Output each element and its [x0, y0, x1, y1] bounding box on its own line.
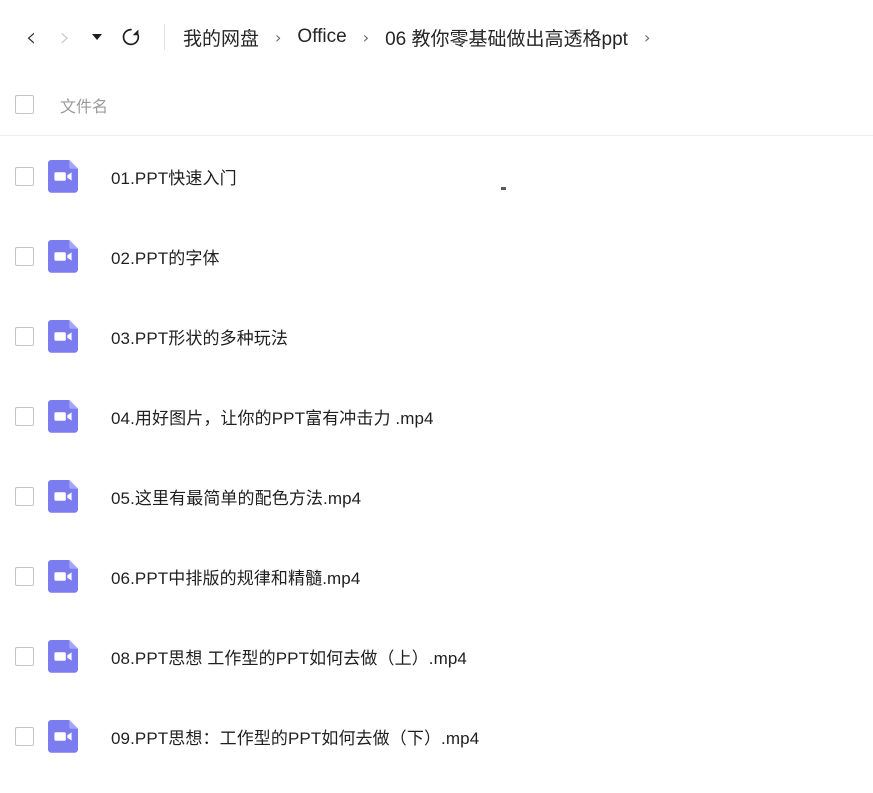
- row-select-cell[interactable]: [0, 726, 48, 746]
- video-file-icon: [48, 559, 78, 593]
- file-name-label[interactable]: 04.用好图片，让你的PPT富有冲击力 .mp4: [100, 404, 434, 429]
- breadcrumb-separator-icon: ›: [643, 27, 651, 47]
- refresh-button[interactable]: [112, 20, 150, 54]
- file-name-label[interactable]: 01.PPT快速入门: [100, 164, 237, 189]
- row-checkbox[interactable]: [14, 726, 34, 746]
- caret-down-icon: [92, 34, 102, 40]
- row-select-cell[interactable]: [0, 406, 48, 426]
- file-icon-cell: [48, 639, 100, 673]
- row-checkbox[interactable]: [14, 326, 34, 346]
- navigation-toolbar: ‹ › 我的网盘 › Office › 06 教你零基础做出高透格ppt ›: [0, 0, 873, 74]
- row-checkbox[interactable]: [14, 486, 34, 506]
- video-file-icon: [48, 639, 78, 673]
- video-file-icon: [48, 479, 78, 513]
- select-all-cell[interactable]: [0, 95, 48, 114]
- file-name-label[interactable]: 08.PPT思想 工作型的PPT如何去做（上）.mp4: [100, 644, 467, 669]
- breadcrumb: 我的网盘 › Office › 06 教你零基础做出高透格ppt ›: [181, 24, 664, 51]
- forward-button[interactable]: ›: [48, 20, 82, 54]
- table-row[interactable]: 05.这里有最简单的配色方法.mp4: [0, 456, 873, 536]
- table-row[interactable]: 04.用好图片，让你的PPT富有冲击力 .mp4: [0, 376, 873, 456]
- file-name-label[interactable]: 09.PPT思想：工作型的PPT如何去做（下）.mp4: [100, 724, 479, 749]
- video-file-icon: [48, 319, 78, 353]
- row-select-cell[interactable]: [0, 246, 48, 266]
- file-list: 01.PPT快速入门 02.PPT的字体 03.PPT形状的多种玩法 04.用好…: [0, 136, 873, 776]
- table-row[interactable]: 01.PPT快速入门: [0, 136, 873, 216]
- file-icon-cell: [48, 479, 100, 513]
- breadcrumb-item-office[interactable]: Office: [295, 26, 348, 48]
- file-icon-cell: [48, 399, 100, 433]
- video-file-icon: [48, 399, 78, 433]
- back-button[interactable]: ‹: [14, 20, 48, 54]
- video-file-icon: [48, 159, 78, 193]
- breadcrumb-item-current[interactable]: 06 教你零基础做出高透格ppt: [383, 24, 630, 51]
- row-select-cell[interactable]: [0, 566, 48, 586]
- video-file-icon: [48, 719, 78, 753]
- table-row[interactable]: 06.PPT中排版的规律和精髓.mp4: [0, 536, 873, 616]
- row-checkbox[interactable]: [14, 246, 34, 266]
- row-checkbox[interactable]: [14, 646, 34, 666]
- chevron-left-icon: ‹: [25, 21, 37, 53]
- file-name-label[interactable]: 06.PPT中排版的规律和精髓.mp4: [100, 564, 360, 589]
- row-checkbox[interactable]: [14, 406, 34, 426]
- file-icon-cell: [48, 239, 100, 273]
- file-name-label[interactable]: 05.这里有最简单的配色方法.mp4: [100, 484, 361, 509]
- file-icon-cell: [48, 319, 100, 353]
- table-row[interactable]: 03.PPT形状的多种玩法: [0, 296, 873, 376]
- history-dropdown-button[interactable]: [84, 20, 110, 54]
- file-icon-cell: [48, 719, 100, 753]
- row-select-cell[interactable]: [0, 646, 48, 666]
- render-artifact: [501, 187, 506, 190]
- toolbar-divider: [164, 24, 165, 50]
- row-select-cell[interactable]: [0, 166, 48, 186]
- select-all-checkbox[interactable]: [14, 95, 34, 114]
- file-icon-cell: [48, 559, 100, 593]
- breadcrumb-separator-icon: ›: [275, 27, 282, 47]
- file-name-label[interactable]: 03.PPT形状的多种玩法: [100, 324, 288, 349]
- column-header-filename[interactable]: 文件名: [48, 93, 108, 117]
- file-icon-cell: [48, 159, 100, 193]
- table-row[interactable]: 02.PPT的字体: [0, 216, 873, 296]
- video-file-icon: [48, 239, 78, 273]
- breadcrumb-separator-icon: ›: [362, 27, 370, 47]
- breadcrumb-item-root[interactable]: 我的网盘: [181, 24, 261, 51]
- row-select-cell[interactable]: [0, 486, 48, 506]
- row-checkbox[interactable]: [14, 566, 34, 586]
- row-checkbox[interactable]: [14, 166, 34, 186]
- table-row[interactable]: 09.PPT思想：工作型的PPT如何去做（下）.mp4: [0, 696, 873, 776]
- refresh-icon: [122, 28, 140, 46]
- table-row[interactable]: 08.PPT思想 工作型的PPT如何去做（上）.mp4: [0, 616, 873, 696]
- file-list-header: 文件名: [0, 74, 873, 136]
- file-name-label[interactable]: 02.PPT的字体: [100, 244, 220, 269]
- row-select-cell[interactable]: [0, 326, 48, 346]
- chevron-right-icon: ›: [59, 21, 71, 53]
